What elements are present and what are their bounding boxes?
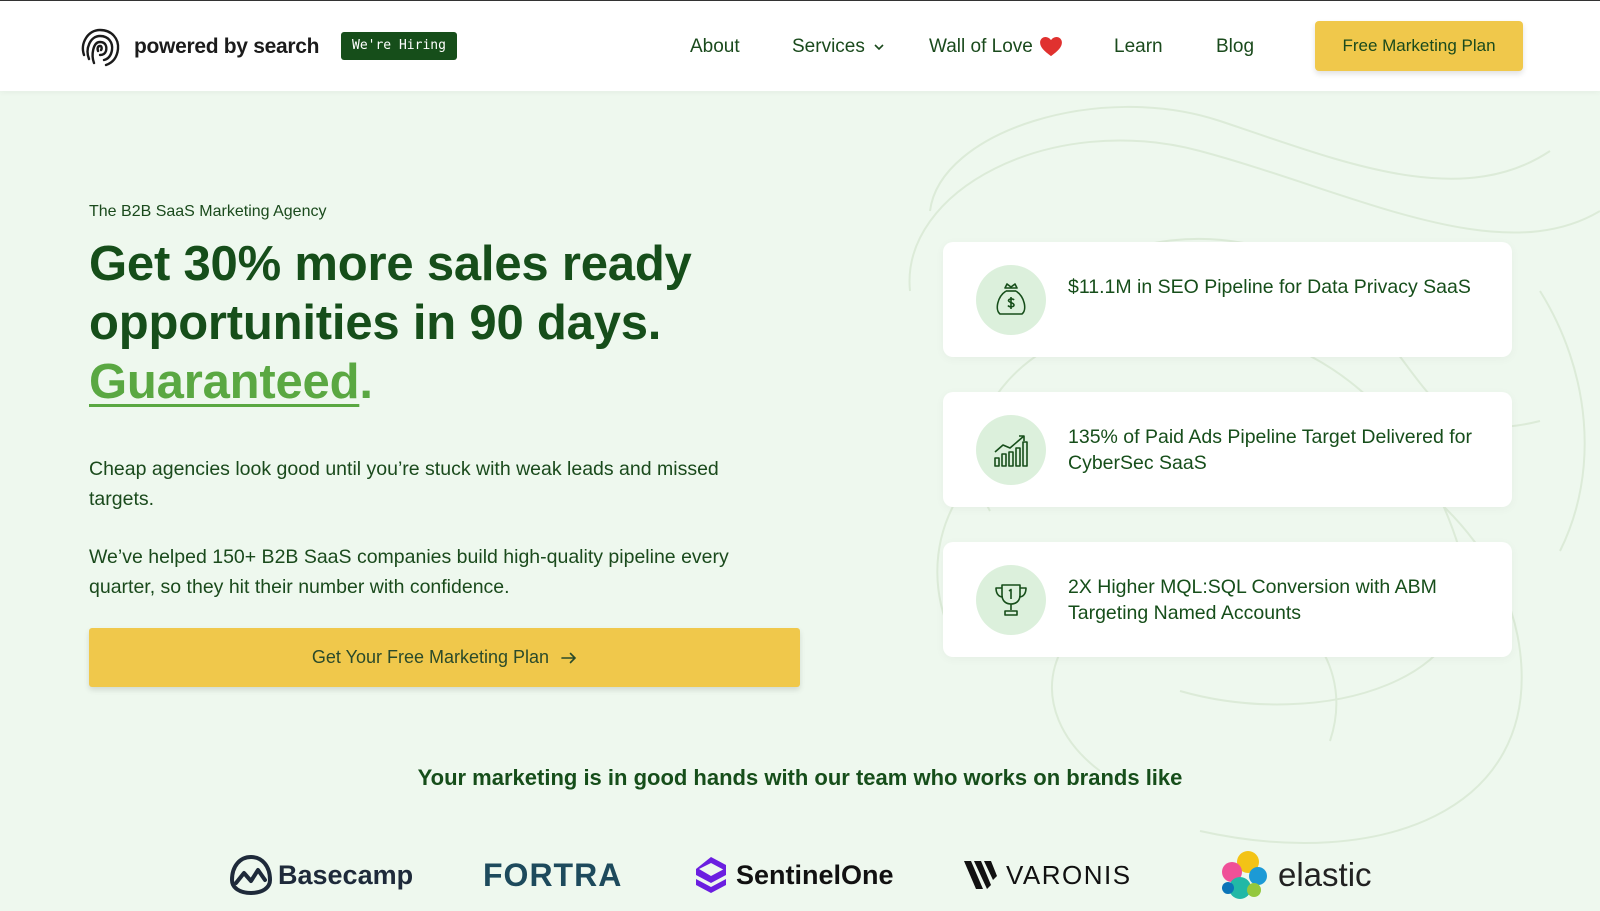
stat-card: 135% of Paid Ads Pipeline Target Deliver… [943, 392, 1512, 507]
brand-fortra: FORTRA [483, 850, 622, 900]
stat-text: 135% of Paid Ads Pipeline Target Deliver… [1068, 426, 1472, 474]
nav-services-label: Services [792, 36, 865, 57]
get-free-marketing-plan-button[interactable]: Get Your Free Marketing Plan [89, 628, 800, 687]
varonis-logo-icon [964, 861, 997, 889]
nav-services[interactable]: Services [792, 35, 885, 59]
nav-wall-of-love-label: Wall of Love [929, 36, 1033, 57]
basecamp-logo-icon [230, 855, 272, 895]
chevron-down-icon [874, 44, 884, 51]
brand-varonis: VARONIS [964, 850, 1132, 900]
arrow-right-icon [561, 652, 577, 663]
headline-guaranteed: Guaranteed [89, 355, 360, 409]
money-bag-icon [996, 283, 1026, 315]
varonis-wordmark: VARONIS [1006, 859, 1132, 890]
logo-fingerprint-icon [81, 28, 120, 67]
sentinelone-wordmark: SentinelOne [736, 859, 894, 890]
trophy-icon [995, 584, 1027, 616]
elastic-logo-icon [1222, 851, 1267, 899]
sentinelone-logo-icon [696, 857, 726, 893]
growth-chart-icon [994, 435, 1028, 467]
nav-about-label: About [690, 36, 740, 57]
stat-text: 2X Higher MQL:SQL Conversion with ABM Ta… [1068, 576, 1437, 624]
hero-eyebrow: The B2B SaaS Marketing Agency [89, 203, 327, 220]
nav-wall-of-love[interactable]: Wall of Love [929, 35, 1062, 59]
headline-period: . [359, 355, 373, 409]
stat-text: $11.1M in SEO Pipeline for Data Privacy … [1068, 276, 1471, 298]
logo[interactable]: powered by search [78, 25, 319, 69]
hero-paragraph-2: We’ve helped 150+ B2B SaaS companies bui… [89, 546, 729, 598]
brand-elastic: elastic [1218, 850, 1372, 900]
headline-line1: Get 30% more sales ready [89, 237, 692, 291]
fortra-wordmark: FORTRA [483, 856, 623, 893]
card-icon-circle [976, 565, 1046, 635]
hero-headline: Get 30% more sales ready opportunities i… [89, 235, 789, 412]
hero-paragraph-1: Cheap agencies look good until you’re st… [89, 458, 719, 510]
brand-sentinelone: SentinelOne [694, 850, 894, 900]
nav-learn[interactable]: Learn [1114, 35, 1163, 59]
card-icon-circle [976, 265, 1046, 335]
cta-main-label: Get Your Free Marketing Plan [311, 647, 550, 667]
nav-learn-label: Learn [1114, 36, 1163, 57]
logo-text: powered by search [134, 35, 320, 58]
elastic-wordmark: elastic [1278, 856, 1372, 893]
hiring-badge[interactable]: We're Hiring [341, 32, 457, 60]
card-icon-circle [976, 415, 1046, 485]
nav-blog[interactable]: Blog [1216, 35, 1254, 59]
site-header: powered by search We're Hiring About Ser… [0, 0, 1600, 91]
headline-line2: opportunities in 90 days. [89, 296, 662, 350]
stat-card: 2X Higher MQL:SQL Conversion with ABM Ta… [943, 542, 1512, 657]
heart-icon [1039, 37, 1062, 57]
nav-blog-label: Blog [1216, 36, 1255, 57]
free-marketing-plan-button[interactable]: Free Marketing Plan [1315, 21, 1523, 71]
nav-about[interactable]: About [690, 35, 740, 59]
brands-heading: Your marketing is in good hands with our… [417, 765, 1183, 790]
stat-card: $11.1M in SEO Pipeline for Data Privacy … [943, 242, 1512, 357]
basecamp-wordmark: Basecamp [278, 859, 414, 890]
brand-basecamp: Basecamp [228, 850, 413, 900]
